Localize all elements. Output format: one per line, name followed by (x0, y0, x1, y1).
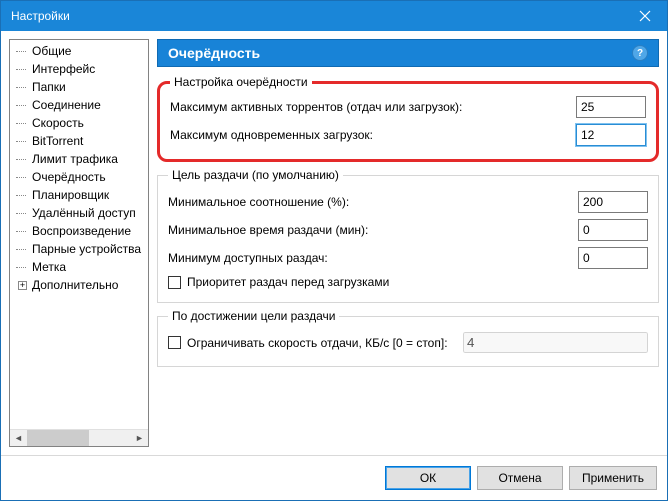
tree-branch-icon (16, 134, 30, 148)
tree-branch-icon (16, 80, 30, 94)
tree-branch-icon (16, 62, 30, 76)
tree-label: Воспроизведение (32, 223, 131, 239)
tree-label: Скорость (32, 115, 84, 131)
priority-checkbox[interactable] (168, 276, 181, 289)
tree-branch-icon (16, 260, 30, 274)
cancel-button[interactable]: Отмена (477, 466, 563, 490)
help-icon[interactable]: ? (632, 45, 648, 61)
tree-item-remote[interactable]: Удалённый доступ (10, 204, 148, 222)
scroll-thumb[interactable] (27, 430, 89, 446)
priority-row: Приоритет раздач перед загрузками (168, 272, 648, 292)
tree-label: Лимит трафика (32, 151, 118, 167)
tree-label: Интерфейс (32, 61, 95, 77)
avail-label: Минимум доступных раздач: (168, 251, 578, 265)
tree-branch-icon (16, 206, 30, 220)
tree-branch-icon (16, 224, 30, 238)
section-content: Настройка очерёдности Максимум активных … (157, 67, 659, 447)
tree-label: Дополнительно (32, 277, 118, 293)
tree-item-bittorrent[interactable]: BitTorrent (10, 132, 148, 150)
max-downloads-input[interactable] (576, 124, 646, 146)
ok-button[interactable]: ОК (385, 466, 471, 490)
on-goal-group: По достижении цели раздачи Ограничивать … (157, 309, 659, 367)
section-header: Очерёдность ? (157, 39, 659, 67)
tree-item-connection[interactable]: Соединение (10, 96, 148, 114)
tree-item-advanced[interactable]: + Дополнительно (10, 276, 148, 294)
limit-checkbox[interactable] (168, 336, 181, 349)
tree-branch-icon (16, 116, 30, 130)
close-button[interactable] (622, 1, 667, 31)
tree-label: Очерёдность (32, 169, 106, 185)
tree-item-general[interactable]: Общие (10, 42, 148, 60)
tree-item-queue[interactable]: Очерёдность (10, 168, 148, 186)
tree-label: Удалённый доступ (32, 205, 136, 221)
ratio-row: Минимальное соотношение (%): (168, 188, 648, 216)
max-active-label: Максимум активных торрентов (отдач или з… (170, 100, 576, 114)
tree-label: Общие (32, 43, 71, 59)
limit-label: Ограничивать скорость отдачи, КБ/с [0 = … (187, 336, 457, 350)
tree-item-interface[interactable]: Интерфейс (10, 60, 148, 78)
tree-branch-icon (16, 188, 30, 202)
tree-label: Метка (32, 259, 66, 275)
queue-settings-group: Настройка очерёдности Максимум активных … (157, 75, 659, 162)
seed-goal-legend: Цель раздачи (по умолчанию) (168, 168, 343, 182)
expand-plus-icon[interactable]: + (18, 281, 27, 290)
tree-label: Планировщик (32, 187, 109, 203)
scroll-right-icon[interactable]: ► (131, 430, 148, 446)
section-title: Очерёдность (168, 45, 632, 61)
limit-input (463, 332, 648, 353)
dialog-footer: ОК Отмена Применить (1, 455, 667, 500)
queue-legend: Настройка очерёдности (170, 75, 312, 89)
settings-window: Настройки Общие Интерфейс Папки Соединен… (0, 0, 668, 501)
dialog-body: Общие Интерфейс Папки Соединение Скорост… (1, 31, 667, 455)
tree-item-label[interactable]: Метка (10, 258, 148, 276)
tree-label: BitTorrent (32, 133, 83, 149)
tree-branch-icon (16, 152, 30, 166)
tree-item-folders[interactable]: Папки (10, 78, 148, 96)
settings-panel: Очерёдность ? Настройка очерёдности Макс… (157, 39, 659, 447)
avail-input[interactable] (578, 247, 648, 269)
tree-branch-icon (16, 98, 30, 112)
priority-label: Приоритет раздач перед загрузками (187, 275, 389, 289)
max-downloads-row: Максимум одновременных загрузок: (170, 121, 646, 149)
ratio-label: Минимальное соотношение (%): (168, 195, 578, 209)
avail-row: Минимум доступных раздач: (168, 244, 648, 272)
max-downloads-label: Максимум одновременных загрузок: (170, 128, 576, 142)
seed-time-input[interactable] (578, 219, 648, 241)
tree-branch-icon (16, 44, 30, 58)
scroll-left-icon[interactable]: ◄ (10, 430, 27, 446)
tree-branch-icon (16, 242, 30, 256)
apply-button[interactable]: Применить (569, 466, 657, 490)
tree-list: Общие Интерфейс Папки Соединение Скорост… (10, 40, 148, 429)
seed-goal-group: Цель раздачи (по умолчанию) Минимальное … (157, 168, 659, 303)
horizontal-scrollbar[interactable]: ◄ ► (10, 429, 148, 446)
ratio-input[interactable] (578, 191, 648, 213)
tree-item-scheduler[interactable]: Планировщик (10, 186, 148, 204)
tree-item-playback[interactable]: Воспроизведение (10, 222, 148, 240)
limit-row: Ограничивать скорость отдачи, КБ/с [0 = … (168, 329, 648, 356)
tree-item-traffic[interactable]: Лимит трафика (10, 150, 148, 168)
close-icon (639, 10, 651, 22)
max-active-row: Максимум активных торрентов (отдач или з… (170, 93, 646, 121)
window-title: Настройки (11, 9, 622, 23)
on-goal-legend: По достижении цели раздачи (168, 309, 339, 323)
seed-time-label: Минимальное время раздачи (мин): (168, 223, 578, 237)
max-active-input[interactable] (576, 96, 646, 118)
titlebar: Настройки (1, 1, 667, 31)
seed-time-row: Минимальное время раздачи (мин): (168, 216, 648, 244)
tree-label: Соединение (32, 97, 101, 113)
tree-item-speed[interactable]: Скорость (10, 114, 148, 132)
tree-item-paired[interactable]: Парные устройства (10, 240, 148, 258)
tree-label: Парные устройства (32, 241, 141, 257)
scroll-track[interactable] (27, 430, 131, 446)
tree-label: Папки (32, 79, 66, 95)
tree-branch-icon (16, 170, 30, 184)
category-tree: Общие Интерфейс Папки Соединение Скорост… (9, 39, 149, 447)
